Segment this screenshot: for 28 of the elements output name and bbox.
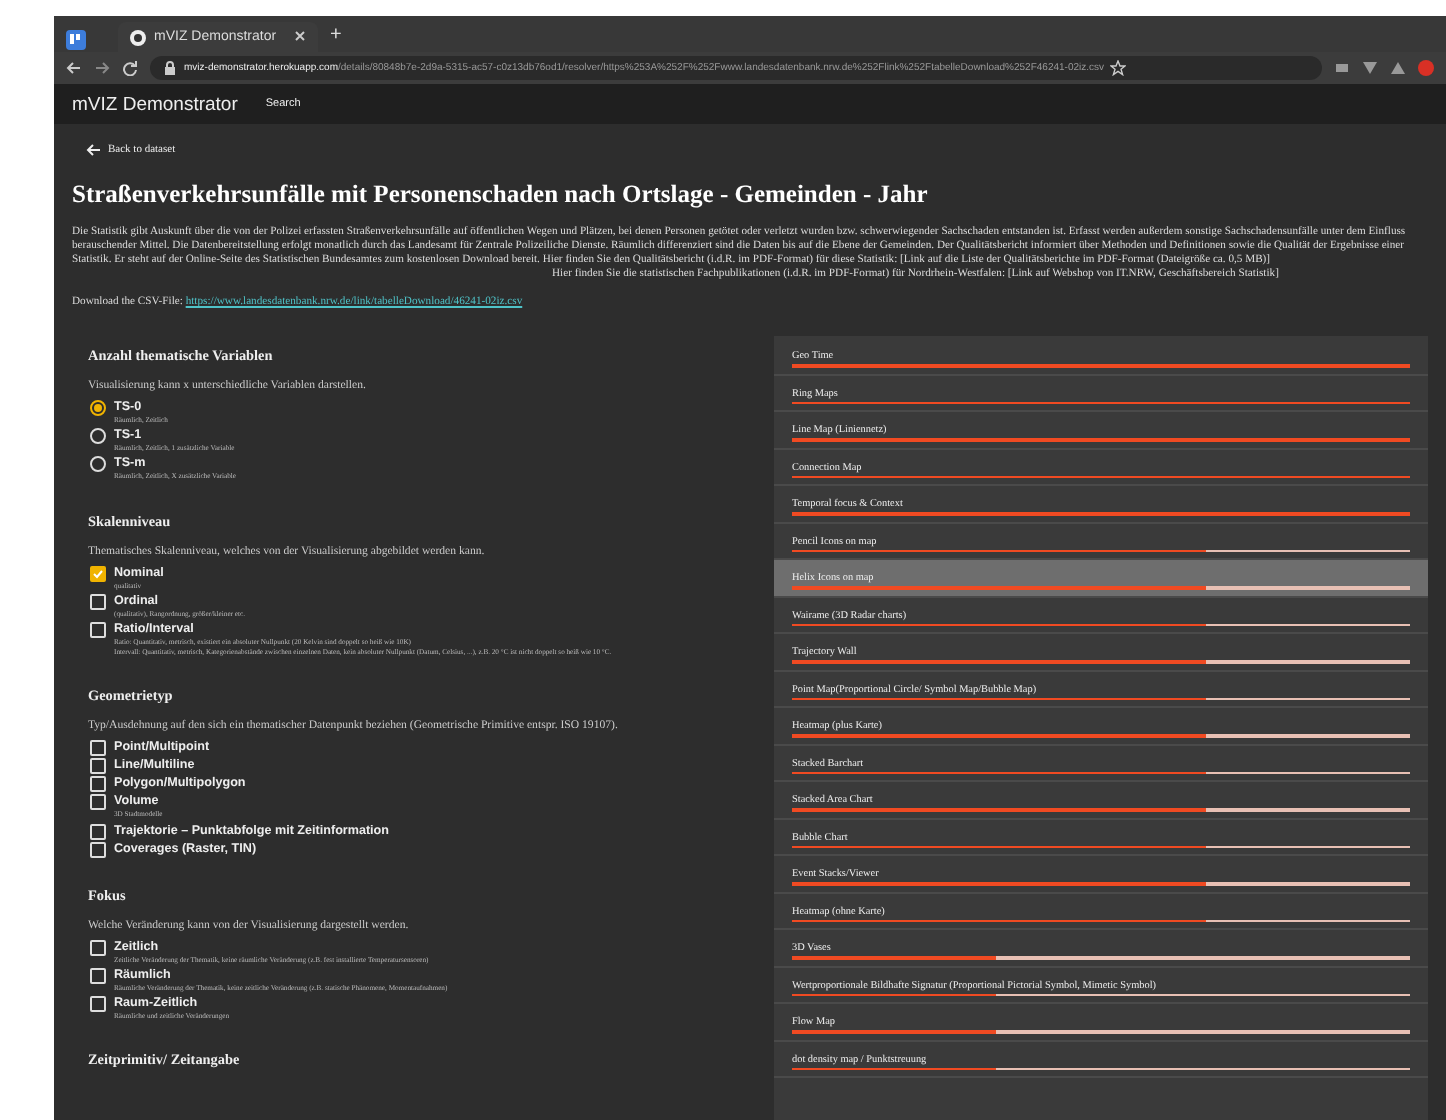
- checkbox[interactable]: [90, 776, 106, 793]
- radio-button[interactable]: [90, 456, 106, 473]
- page-title: Straßenverkehrsunfälle mit Personenschaden nach Ortslage - Gemeinden - Jahr: [72, 180, 930, 210]
- lock-icon: [162, 60, 178, 76]
- back-arrow-icon[interactable]: [66, 60, 82, 76]
- site-icon: [130, 29, 146, 45]
- back-arrow-icon: [86, 144, 100, 156]
- checkbox[interactable]: [90, 794, 106, 811]
- app-icon[interactable]: [66, 24, 86, 44]
- triangle-icon[interactable]: [1390, 60, 1406, 76]
- app-brand[interactable]: mVIZ Demonstrator: [72, 93, 238, 115]
- checkbox[interactable]: [90, 841, 106, 858]
- checkbox[interactable]: [90, 593, 106, 610]
- forward-arrow-icon[interactable]: [94, 60, 110, 76]
- checkbox[interactable]: [90, 740, 106, 757]
- checkbox[interactable]: [90, 939, 106, 956]
- checkbox[interactable]: [90, 967, 106, 984]
- checkbox[interactable]: [90, 622, 106, 639]
- checkbox[interactable]: [90, 823, 106, 840]
- checkbox[interactable]: [90, 996, 106, 1013]
- close-icon[interactable]: [294, 28, 306, 46]
- checkbox[interactable]: [90, 565, 106, 582]
- reload-icon[interactable]: [122, 60, 138, 76]
- radio-button[interactable]: [90, 400, 106, 416]
- radio-button[interactable]: [90, 428, 106, 445]
- star-icon[interactable]: [1110, 60, 1127, 76]
- new-tab-button[interactable]: +: [330, 23, 342, 45]
- checkbox[interactable]: [90, 758, 106, 775]
